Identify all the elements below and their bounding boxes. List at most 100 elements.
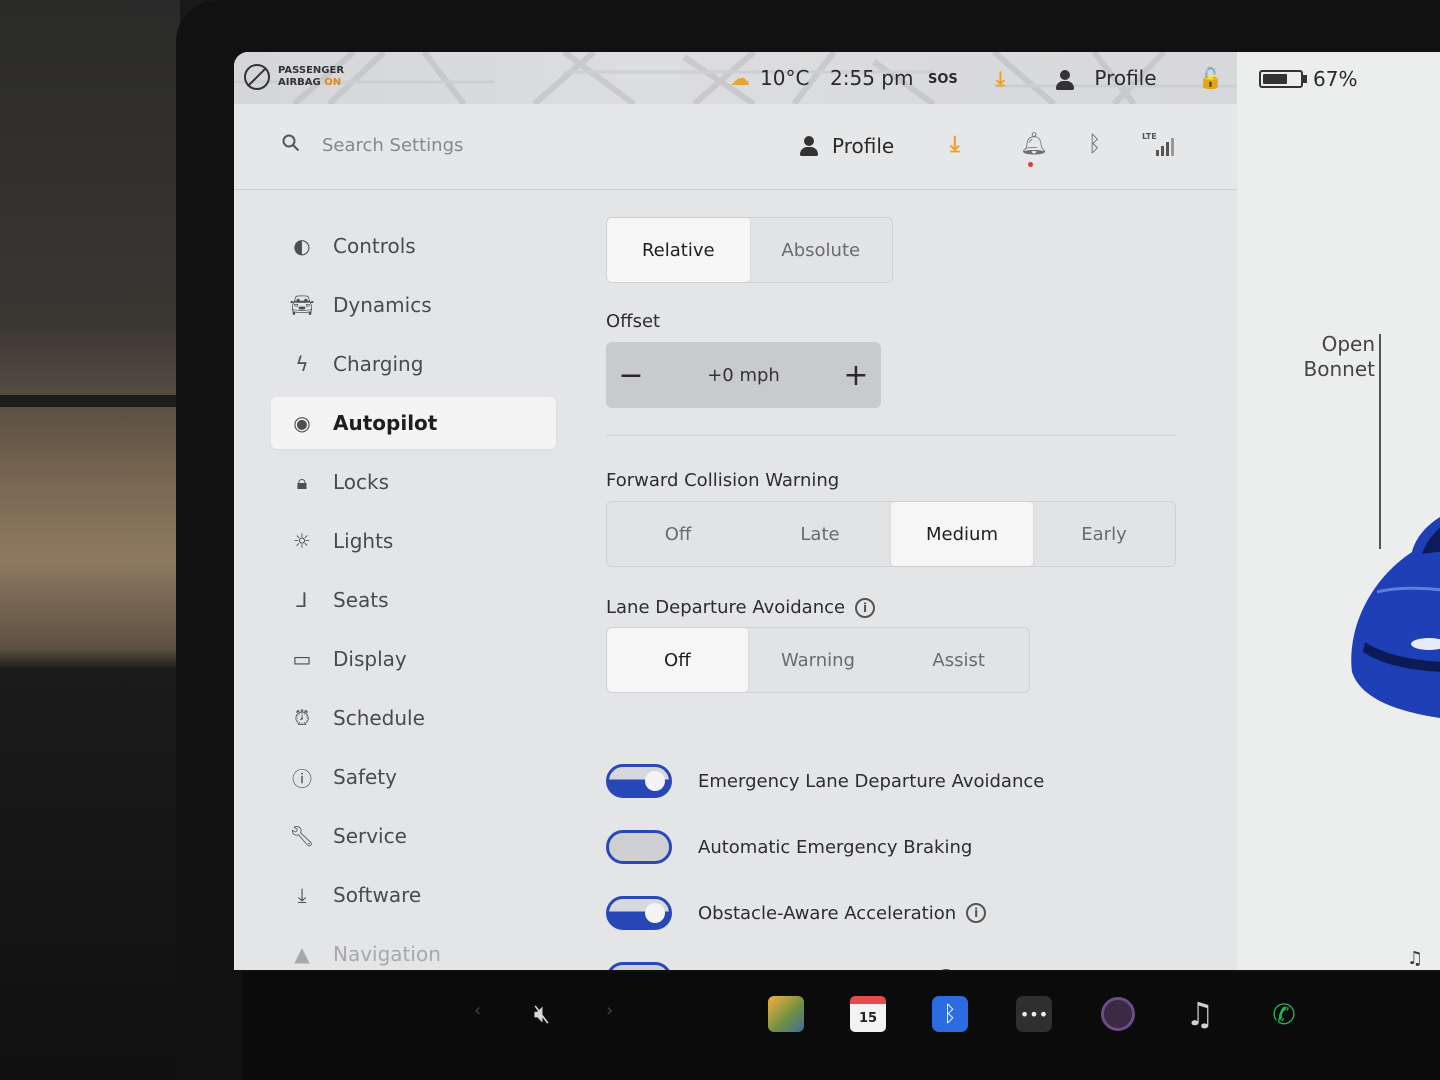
sidebar-item-label: Controls: [333, 234, 416, 258]
sidebar-item-label: Service: [333, 824, 407, 848]
airbag-icon: [244, 64, 270, 90]
lda-option-assist[interactable]: Assist: [888, 628, 1029, 692]
phone-icon[interactable]: ✆: [1264, 994, 1304, 1034]
wrench-icon: 🔧︎: [289, 824, 315, 848]
settings-sidebar: ◐ Controls 🚘︎ Dynamics ϟ Charging ◉ Autopilot 🔒︎…: [271, 220, 556, 970]
speed-limit-mode-option-relative[interactable]: Relative: [607, 218, 750, 282]
sun-icon: ☼: [293, 529, 311, 553]
person-icon: [1056, 69, 1074, 90]
mute-icon[interactable]: 🔇︎: [522, 994, 562, 1034]
sidebar-item-charging[interactable]: ϟ Charging: [271, 338, 556, 390]
toggle-row: Emergency Lane Departure Avoidance: [606, 763, 1044, 799]
search-input[interactable]: [322, 130, 622, 160]
status-bar: PASSENGER AIRBAG ON ☁ 10°C 2:55 pm SOS ⤓…: [234, 52, 1237, 104]
software-update-icon[interactable]: ⤓: [950, 132, 960, 157]
status-profile[interactable]: Profile: [1056, 66, 1157, 90]
offset-label: Offset: [606, 311, 661, 332]
airbag-line1: PASSENGER: [278, 65, 345, 76]
toggle-row: Green Traffic Light Chime i: [606, 961, 957, 971]
header-profile[interactable]: Profile: [800, 134, 894, 158]
sidebar-item-seats[interactable]: ⅃ Seats: [271, 574, 556, 626]
offset-value: +0 mph: [707, 364, 780, 386]
sos-indicator[interactable]: SOS: [928, 72, 958, 87]
car-icon: 🚘︎: [289, 293, 315, 317]
status-profile-label: Profile: [1094, 66, 1157, 90]
toggle-switch[interactable]: [606, 962, 672, 970]
notification-bell-icon[interactable]: 🔔︎: [1020, 132, 1048, 157]
sidebar-item-label: Display: [333, 647, 407, 671]
alarm-clock-icon: ⏰︎: [294, 706, 310, 730]
music-icon[interactable]: ♫: [1180, 994, 1220, 1034]
toggle-row: Obstacle-Aware Acceleration i: [606, 895, 987, 931]
person-icon: [800, 136, 818, 156]
toggle-icon: ◐: [293, 234, 311, 258]
sidebar-item-dynamics[interactable]: 🚘︎ Dynamics: [271, 279, 556, 331]
lda-option-warning[interactable]: Warning: [748, 628, 889, 692]
sidebar-item-label: Safety: [333, 765, 397, 789]
seat-icon: ⅃: [296, 588, 308, 612]
autopilot-settings: Relative Absolute Offset − +0 mph + Forwa…: [606, 191, 1226, 970]
sidebar-item-schedule[interactable]: ⏰︎ Schedule: [271, 692, 556, 744]
camera-icon[interactable]: [1098, 994, 1138, 1034]
sidebar-item-autopilot[interactable]: ◉ Autopilot: [271, 397, 556, 449]
info-icon[interactable]: i: [855, 598, 876, 618]
sidebar-item-service[interactable]: 🔧︎ Service: [271, 810, 556, 862]
toggle-label: Obstacle-Aware Acceleration: [698, 902, 957, 924]
search-icon: [282, 134, 300, 152]
toggle-switch[interactable]: [606, 764, 672, 798]
bluetooth-app-icon[interactable]: ᛒ: [930, 994, 970, 1034]
download-icon[interactable]: ⤓: [996, 66, 1005, 90]
lda-option-off[interactable]: Off: [607, 628, 748, 692]
toggle-label: Green Traffic Light Chime: [698, 969, 926, 971]
notification-dot: [1028, 162, 1033, 167]
sidebar-item-controls[interactable]: ◐ Controls: [271, 220, 556, 272]
signal-icon: [1156, 138, 1174, 156]
toybox-icon[interactable]: [766, 994, 806, 1034]
sidebar-item-lights[interactable]: ☼ Lights: [271, 515, 556, 567]
fcw-label: Forward Collision Warning: [606, 470, 840, 491]
steering-wheel-icon: ◉: [293, 411, 311, 435]
fcw-option-off[interactable]: Off: [607, 502, 749, 566]
fcw-option-late[interactable]: Late: [749, 502, 891, 566]
sidebar-item-label: Charging: [333, 352, 424, 376]
sidebar-item-label: Schedule: [333, 706, 425, 730]
more-apps-icon[interactable]: •••: [1014, 994, 1054, 1034]
lte-label: LTE: [1142, 132, 1157, 141]
offset-increase-button[interactable]: +: [831, 342, 881, 408]
chevron-right-icon[interactable]: ›: [606, 1000, 613, 1021]
weather-icon: ☁: [730, 66, 750, 90]
speed-limit-mode-option-absolute[interactable]: Absolute: [750, 218, 893, 282]
unlock-icon[interactable]: 🔓: [1198, 66, 1223, 90]
open-bonnet-line2: Bonnet: [1303, 357, 1375, 381]
battery-percent: 67%: [1313, 67, 1358, 91]
airbag-state: ON: [324, 77, 342, 88]
toggle-switch[interactable]: [606, 830, 672, 864]
sidebar-item-safety[interactable]: ⓘ Safety: [271, 751, 556, 803]
music-note-icon[interactable]: ♫: [1407, 948, 1423, 969]
sidebar-item-label: Seats: [333, 588, 389, 612]
display-icon: ▭: [292, 647, 312, 671]
bolt-icon: ϟ: [295, 352, 309, 376]
info-icon[interactable]: i: [966, 903, 987, 923]
fcw-option-early[interactable]: Early: [1033, 502, 1175, 566]
dashboard-trim: [0, 0, 180, 1080]
info-icon[interactable]: i: [936, 969, 957, 970]
sidebar-item-software[interactable]: ⤓ Software: [271, 869, 556, 921]
toggle-switch[interactable]: [606, 896, 672, 930]
toggle-row: Automatic Emergency Braking: [606, 829, 972, 865]
open-bonnet-line1: Open: [1321, 332, 1375, 356]
calendar-day: 15: [850, 996, 886, 1032]
sidebar-item-label: Lights: [333, 529, 394, 553]
sidebar-item-display[interactable]: ▭ Display: [271, 633, 556, 685]
car-panel: 67% Open Bonnet ♫: [1237, 52, 1440, 970]
fcw-option-medium[interactable]: Medium: [891, 502, 1033, 566]
sidebar-item-label: Autopilot: [333, 411, 438, 435]
calendar-icon[interactable]: 15: [848, 994, 888, 1034]
chevron-left-icon[interactable]: ‹: [474, 1000, 481, 1021]
airbag-line2: AIRBAG: [278, 77, 321, 88]
offset-decrease-button[interactable]: −: [606, 342, 656, 408]
sidebar-item-navigation[interactable]: ▲ Navigation: [271, 928, 556, 970]
bluetooth-icon[interactable]: ᛒ: [1088, 132, 1101, 157]
open-bonnet-button[interactable]: Open Bonnet: [1295, 332, 1375, 382]
sidebar-item-locks[interactable]: 🔒︎ Locks: [271, 456, 556, 508]
